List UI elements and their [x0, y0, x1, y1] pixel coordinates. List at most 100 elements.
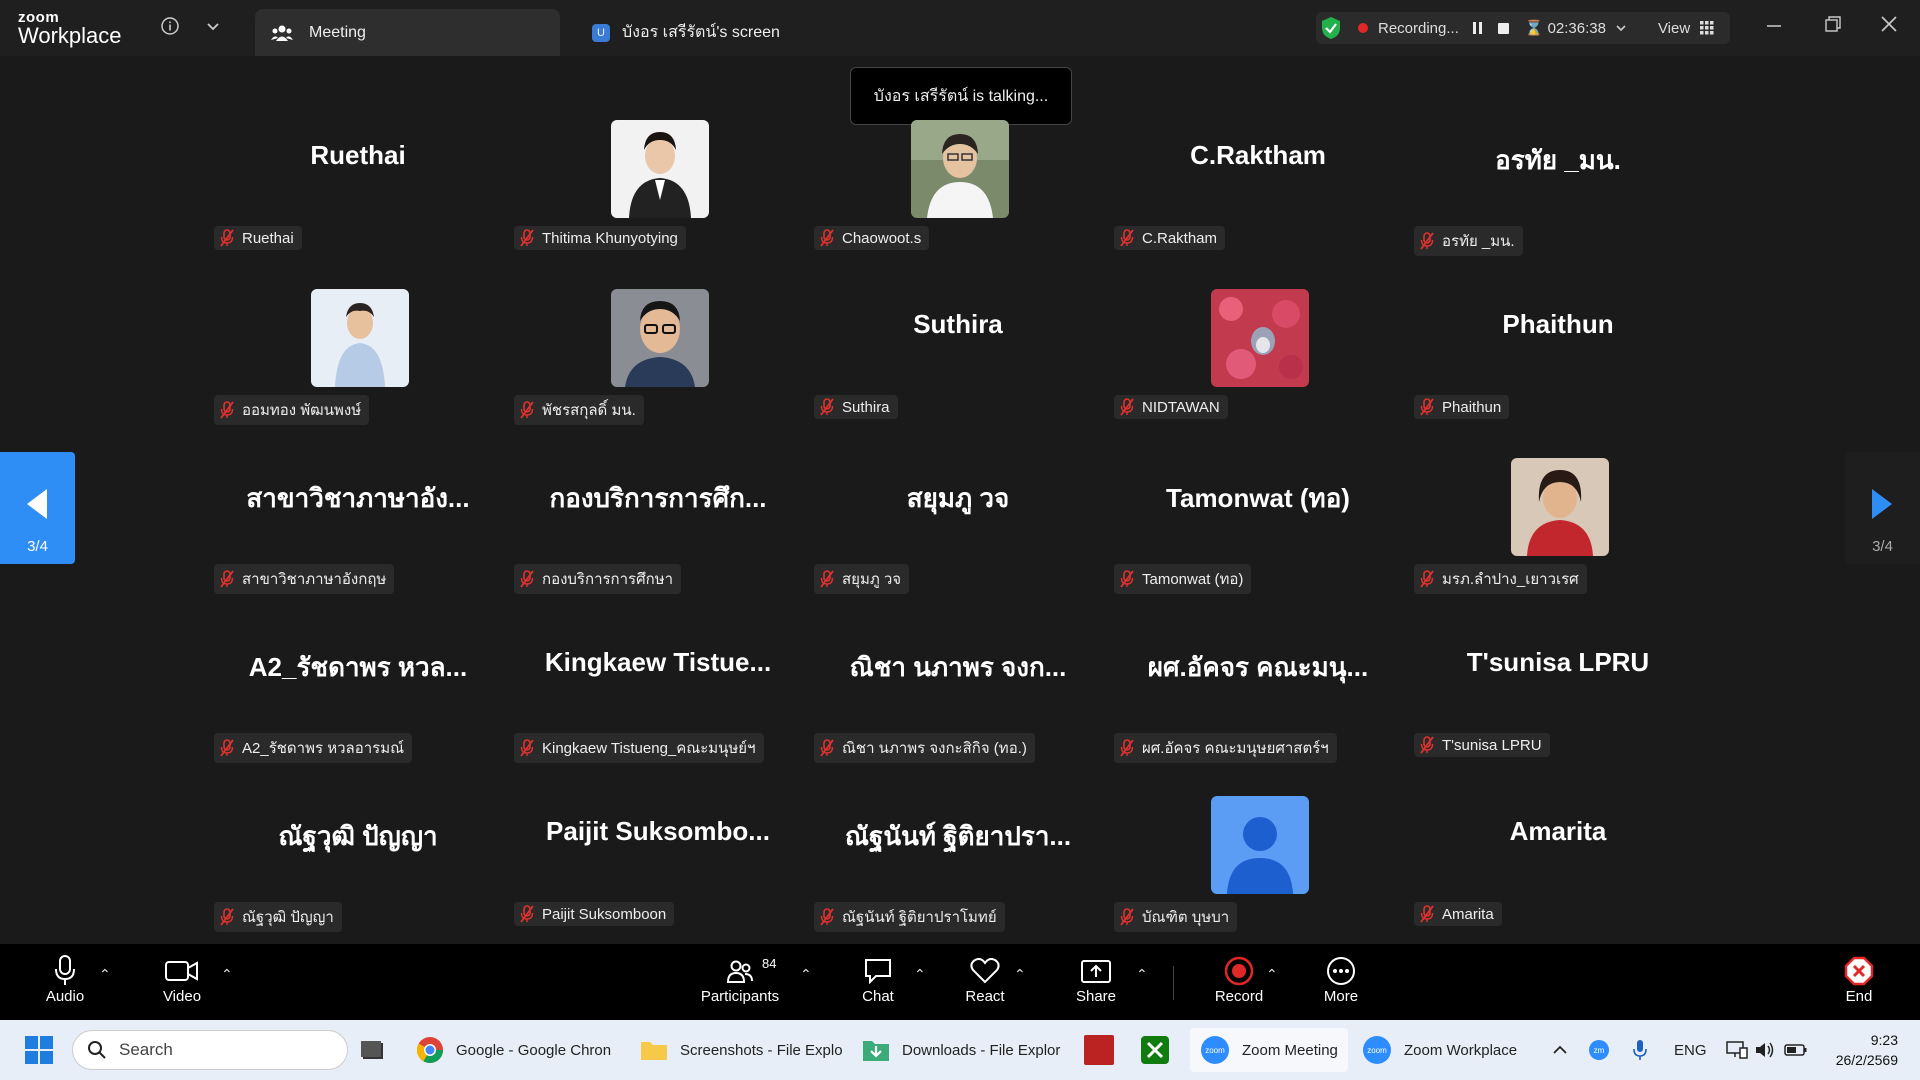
zoom-tray-icon[interactable]: zm: [1588, 1034, 1610, 1066]
participant-display-name: ณัฐนันท์ ฐิติยาปรา...: [844, 821, 1072, 851]
participant-tile[interactable]: พัชรสกุลดิ์ มน.: [508, 279, 808, 448]
app-logo: zoom Workplace: [18, 10, 122, 47]
pause-icon[interactable]: [1472, 22, 1482, 34]
shield-check-icon[interactable]: [1320, 16, 1342, 40]
chevron-up-icon[interactable]: ⌃: [914, 966, 926, 983]
participant-tile[interactable]: Phaithun Phaithun: [1408, 279, 1708, 448]
start-button[interactable]: [24, 1034, 54, 1066]
previous-page-button[interactable]: 3/4: [0, 452, 75, 564]
participant-name-text: กองบริการการศึกษา: [542, 571, 674, 588]
participant-tile[interactable]: มรภ.ลำปาง_เยาวเรศ: [1408, 448, 1708, 617]
task-view-button[interactable]: [360, 1034, 386, 1066]
mic-muted-icon: [1420, 570, 1434, 588]
share-button[interactable]: Share: [1075, 954, 1117, 1005]
svg-text:zoom: zoom: [1367, 1046, 1387, 1055]
participant-tile[interactable]: สาขาวิชาภาษาอัง... สาขาวิชาภาษาอังกฤษ: [208, 448, 508, 617]
taskbar-app-xbox[interactable]: [1140, 1034, 1170, 1066]
mic-muted-icon: [1420, 905, 1434, 923]
grid-icon[interactable]: [1700, 21, 1714, 35]
react-button[interactable]: React: [963, 954, 1007, 1005]
participant-tile[interactable]: ผศ.อัคจร คณะมนุ... ผศ.อัคจร คณะมนุษยศาสตร…: [1108, 617, 1408, 786]
record-button[interactable]: Record: [1213, 954, 1265, 1005]
chevron-up-icon[interactable]: [1552, 1034, 1568, 1066]
participant-tile[interactable]: C.Raktham C.Raktham: [1108, 110, 1408, 279]
volume-icon[interactable]: [1754, 1034, 1776, 1066]
end-label: End: [1845, 988, 1873, 1005]
svg-text:zoom: zoom: [1205, 1046, 1225, 1055]
search-placeholder: Search: [119, 1040, 173, 1059]
participant-tile[interactable]: อรทัย _มน. อรทัย _มน.: [1408, 110, 1708, 279]
chevron-up-icon[interactable]: ⌃: [800, 966, 812, 983]
taskbar-app-zoom-workplace[interactable]: zoom Zoom Workplace: [1362, 1034, 1517, 1066]
participant-tile[interactable]: สยุมภู วจ สยุมภู วจ: [808, 448, 1108, 617]
participant-name-label: Chaowoot.s: [814, 226, 930, 250]
view-button[interactable]: View: [1658, 20, 1690, 37]
participant-avatar: [311, 289, 409, 387]
network-icon[interactable]: [1726, 1034, 1748, 1066]
participant-display-name: Suthira: [913, 309, 1003, 339]
participant-tile[interactable]: Paijit Suksombo... Paijit Suksomboon: [508, 786, 808, 955]
participant-tile[interactable]: บัณฑิต บุษบา: [1108, 786, 1408, 955]
taskbar-app-zoom-meeting[interactable]: zoom Zoom Meeting: [1190, 1028, 1348, 1072]
more-button[interactable]: More: [1320, 954, 1362, 1005]
tab-meeting[interactable]: Meeting: [255, 9, 560, 56]
microphone-icon[interactable]: [1632, 1034, 1648, 1066]
chevron-up-icon[interactable]: ⌃: [1266, 966, 1278, 983]
restore-icon[interactable]: [1824, 14, 1842, 40]
end-meeting-button[interactable]: End: [1842, 954, 1876, 1005]
participant-tile[interactable]: Thitima Khunyotying: [508, 110, 808, 279]
stop-icon[interactable]: [1497, 22, 1509, 34]
taskbar-search[interactable]: Search: [72, 1030, 348, 1070]
participant-tile[interactable]: Tamonwat (ทอ) Tamonwat (ทอ): [1108, 448, 1408, 617]
participant-tile[interactable]: A2_รัชดาพร หวล... A2_รัชดาพร หวลอารมณ์: [208, 617, 508, 786]
participant-tile[interactable]: T'sunisa LPRU T'sunisa LPRU: [1408, 617, 1708, 786]
participant-display-name: Tamonwat (ทอ): [1166, 483, 1350, 513]
chevron-down-icon[interactable]: [1614, 21, 1628, 35]
taskbar-app-chrome[interactable]: Google - Google Chron: [416, 1034, 611, 1066]
participant-tile[interactable]: กองบริการการศึก... กองบริการการศึกษา: [508, 448, 808, 617]
participant-tile[interactable]: Chaowoot.s: [808, 110, 1108, 279]
chevron-down-icon[interactable]: [205, 16, 221, 41]
participants-label: Participants: [700, 988, 780, 1005]
recording-status-text: Recording...: [1378, 19, 1459, 37]
chevron-up-icon[interactable]: ⌃: [1136, 966, 1148, 983]
next-page-button[interactable]: 3/4: [1845, 452, 1920, 564]
taskbar-app-downloads[interactable]: Downloads - File Explor: [862, 1034, 1060, 1066]
participant-tile[interactable]: Suthira Suthira: [808, 279, 1108, 448]
participant-tile[interactable]: ออมทอง พัฒนพงษ์: [208, 279, 508, 448]
input-language[interactable]: ENG: [1674, 1034, 1707, 1066]
close-icon[interactable]: [1880, 14, 1898, 40]
participant-tile[interactable]: ณิชา นภาพร จงก... ณิชา นภาพร จงกะสิกิจ (ท…: [808, 617, 1108, 786]
participant-name-label: Kingkaew Tistueng_คณะมนุษย์ฯ: [514, 733, 764, 763]
heart-icon: [970, 958, 1000, 984]
taskbar-app-unknown[interactable]: [1084, 1034, 1114, 1066]
participant-tile[interactable]: ณัฐวุฒิ ปัญญา ณัฐวุฒิ ปัญญา: [208, 786, 508, 955]
taskbar-app-screenshots[interactable]: Screenshots - File Explo: [640, 1034, 843, 1066]
system-clock[interactable]: 9:23 26/2/2569: [1836, 1030, 1898, 1070]
participant-tile[interactable]: Amarita Amarita: [1408, 786, 1708, 955]
tab-shared-screen[interactable]: U บังอร เสรีรัตน์'s screen: [580, 9, 780, 56]
participants-button[interactable]: 84 Participants: [700, 954, 780, 1005]
mic-muted-icon: [520, 739, 534, 757]
participant-tile[interactable]: Kingkaew Tistue... Kingkaew Tistueng_คณะม…: [508, 617, 808, 786]
mic-muted-icon: [1420, 398, 1434, 416]
video-button[interactable]: Video: [158, 954, 206, 1005]
chevron-up-icon[interactable]: ⌃: [1014, 966, 1026, 983]
participant-tile[interactable]: ณัฐนันท์ ฐิติยาปรา... ณัฐนันท์ ฐิติยาปราโ…: [808, 786, 1108, 955]
participant-name-label: Thitima Khunyotying: [514, 226, 686, 250]
participant-name-label: Paijit Suksomboon: [514, 902, 675, 926]
chevron-up-icon[interactable]: ⌃: [221, 966, 233, 983]
chat-button[interactable]: Chat: [858, 954, 898, 1005]
participant-name-text: Phaithun: [1442, 398, 1502, 416]
audio-button[interactable]: Audio: [42, 954, 88, 1005]
participant-tile[interactable]: Ruethai Ruethai: [208, 110, 508, 279]
participant-tile[interactable]: NIDTAWAN: [1108, 279, 1408, 448]
app-icon: [1084, 1035, 1114, 1065]
minimize-icon[interactable]: [1766, 14, 1782, 40]
chevron-up-icon[interactable]: ⌃: [99, 966, 111, 983]
participant-name-label: สาขาวิชาภาษาอังกฤษ: [214, 564, 395, 594]
participant-display-name: ณัฐวุฒิ ปัญญา: [278, 821, 438, 851]
mic-muted-icon: [820, 229, 834, 247]
info-icon[interactable]: [160, 16, 180, 41]
battery-icon[interactable]: [1784, 1034, 1808, 1066]
